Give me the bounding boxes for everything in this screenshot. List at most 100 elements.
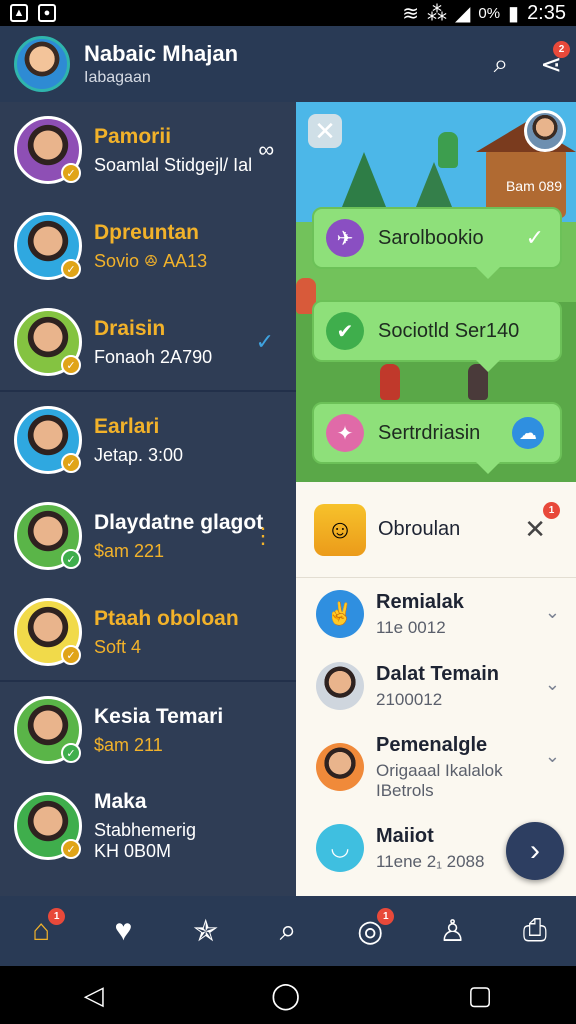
game-label: Bam 089 [505,178,562,194]
contact-avatar: ✓ [14,502,82,570]
contact-subtitle: Fonaoh 2A790 [94,346,213,367]
signal-icon: ◢ [454,2,471,25]
contact-name: Dpreuntan [94,220,199,244]
bottom-navigation: ⌂ 1 ♥ ✯ ⌕ ◎ 1 ♙ ⎙ [0,896,576,966]
camera-icon: ● [38,4,56,22]
contact-subtitle: $am 211 [94,734,163,755]
close-icon[interactable]: ✕ [308,114,342,148]
activity-name: Maiiot [376,824,434,847]
contact-info: Maka Stabhemerig KH 0B0M [94,790,196,862]
contact-row[interactable]: ✓ Draisin Fonaoh 2A790 ✓ [0,294,296,390]
quest-bubble[interactable]: ✦ Sertrdriasin ☁ [312,402,562,474]
next-button[interactable]: › [506,822,564,880]
profile-icon[interactable]: ♙ [429,914,477,949]
star-hands-icon[interactable]: ✯ [182,914,230,949]
contact-name: Dlaydatne glagot [94,510,264,534]
game-character [380,364,400,400]
wifi-icon: ≋ [402,2,419,25]
activity-subtitle: Origaaal Ikalalok [376,760,503,780]
nav-badge: 1 [377,907,395,925]
check-icon: ✓ [61,453,81,473]
activity-item[interactable]: Pemenalgle Origaaal Ikalalok IBetrols ⌄ [296,722,576,812]
contact-row[interactable]: ✓ Pamorii Soamlal Stidgejl/ Ial ∞ [0,102,296,198]
dismiss-icon[interactable]: ✕ 1 [524,502,560,545]
person-icon [316,662,364,710]
contact-extra-icon[interactable]: ∞ [258,137,274,163]
home-icon[interactable]: ⌂ 1 [17,908,66,948]
chevron-down-icon[interactable]: ⌄ [545,674,560,695]
contact-row[interactable]: ✓ Ptaah oboloan Soft 4 [0,584,296,680]
camera-icon[interactable]: ◎ 1 [346,907,395,949]
contact-name: Maka [94,790,147,813]
activity-info: Pemenalgle Origaaal Ikalalok IBetrols [376,734,503,801]
recents-button[interactable]: ▢ [468,980,493,1011]
search-icon[interactable]: ⌕ [494,48,509,80]
header-subtitle: Iabagaan [84,69,151,86]
activity-name: Remialak [376,590,464,613]
check-icon: ✓ [61,355,81,375]
bowl-icon: ◡ [316,824,364,872]
chevron-down-icon[interactable]: ⌄ [545,602,560,623]
contact-info: Draisin Fonaoh 2A790 [94,317,212,368]
camera-settings-icon-glyph: ⎙ [522,914,547,947]
game-panel[interactable]: ✕ Bam 089 ✈ Sarolbookio ✓ ✔ Sociotld Ser… [296,102,576,482]
camera-settings-icon[interactable]: ⎙ [511,914,559,948]
contact-avatar: ✓ [14,212,82,280]
contact-avatar: ✓ [14,792,82,860]
notification-row[interactable]: ☺ Obroulan ✕ 1 [296,482,576,578]
app-header: Nabaic Mhajan Iabagaan ⌕ ⋖ 2 [0,26,576,102]
profile-icon-glyph: ♙ [439,914,466,948]
activity-info: Dalat Temain 2100012 [376,663,499,710]
contact-row[interactable]: ✓ Dpreuntan Sovio ꔮ AA13 [0,198,296,294]
contact-info: Kesia Temari $am 211 [94,705,223,756]
person-icon [316,743,364,791]
contact-row[interactable]: ✓ Maka Stabhemerig KH 0B0M [0,778,296,874]
contact-name: Draisin [94,316,166,340]
header-titles: Nabaic Mhajan Iabagaan [84,41,238,87]
contact-info: Ptaah oboloan Soft 4 [94,607,239,658]
user-avatar[interactable] [14,36,70,92]
contact-info: Earlari Jetap. 3:00 [94,415,183,466]
back-button[interactable]: ◁ [84,980,104,1011]
contact-avatar: ✓ [14,406,82,474]
contact-extra-icon[interactable]: ⋮ [252,523,274,549]
search-icon-glyph: ⌕ [279,914,297,947]
battery-text: 0% [478,4,501,22]
chevron-down-icon[interactable]: ⌄ [545,746,560,767]
activity-subtitle-2: IBetrols [376,780,434,800]
activity-item[interactable]: Dalat Temain 2100012 ⌄ [296,650,576,722]
contact-row[interactable]: ✓ Earlari Jetap. 3:00 [0,392,296,488]
battery-icon: ▮ [508,2,520,25]
contact-subtitle: Jetap. 3:00 [94,444,184,465]
contact-list: ✓ Pamorii Soamlal Stidgejl/ Ial ∞ ✓ Dpre… [0,102,296,896]
game-character [438,132,458,168]
contact-subtitle: Stabhemerig [94,820,197,840]
share-icon[interactable]: ⋖ 2 [540,40,570,80]
activity-item[interactable]: ✌ Remialak 11e 0012 ⌄ [296,578,576,650]
player-avatar[interactable] [524,110,566,152]
system-navigation: ◁ ◯ ▢ [0,966,576,1024]
contact-row[interactable]: ✓ Dlaydatne glagot $am 221 ⋮ [0,488,296,584]
plane-icon: ✈ [326,219,364,257]
quest-bubble[interactable]: ✈ Sarolbookio ✓ [312,207,562,279]
thumbs-up-icon: ✌ [316,590,364,638]
heart-location-icon[interactable]: ♥ [99,914,147,948]
nav-badge: 1 [48,908,66,925]
contact-name: Pamorii [94,124,172,148]
header-title: Nabaic Mhajan [84,41,239,66]
search-icon[interactable]: ⌕ [264,914,312,948]
quest-bubble[interactable]: ✔ Sociotld Ser140 [312,300,562,372]
contact-avatar: ✓ [14,308,82,376]
home-button[interactable]: ◯ [271,980,300,1011]
contact-subtitle: Sovio ꔮ AA13 [94,250,208,271]
share-badge: 2 [553,40,570,58]
contact-name: Ptaah oboloan [94,606,239,630]
notification-label: Obroulan [378,518,461,540]
check-icon: ✔ [326,312,364,350]
contact-subtitle: $am 221 [94,540,165,561]
contact-avatar: ✓ [14,598,82,666]
contact-extra-icon[interactable]: ✓ [256,329,274,355]
contact-row[interactable]: ✓ Kesia Temari $am 211 [0,682,296,778]
contact-name: Earlari [94,414,160,438]
check-icon: ✓ [61,645,81,665]
